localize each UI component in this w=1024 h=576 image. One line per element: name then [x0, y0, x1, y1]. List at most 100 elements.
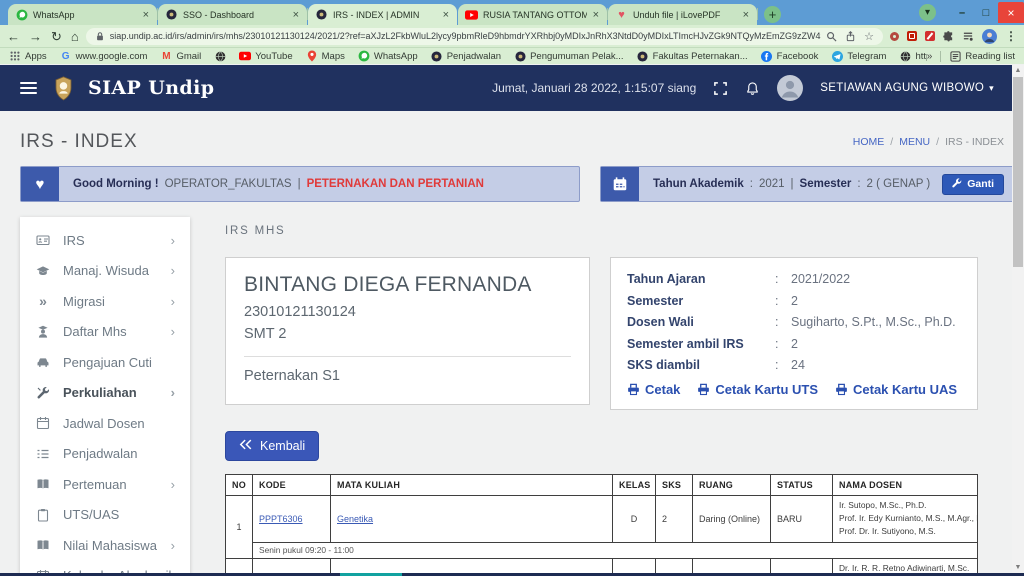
sidebar-item-label: Penjadwalan — [63, 446, 137, 461]
clipboard-icon — [35, 508, 51, 522]
print-link-cetak-kartu-uas[interactable]: Cetak Kartu UAS — [835, 382, 957, 397]
sidebar-item-uts-uas[interactable]: UTS/UAS — [20, 500, 190, 531]
browser-tab-irs-index-admin[interactable]: IRS - INDEX | ADMIN× — [308, 4, 457, 25]
sidebar-item-migrasi[interactable]: »Migrasi› — [20, 286, 190, 317]
reload-icon[interactable]: ↻ — [51, 30, 62, 43]
menu-dots-icon[interactable]: ⋮ — [1005, 29, 1017, 43]
bookmark-telegram[interactable]: Telegram — [831, 50, 886, 62]
gmail-icon: M — [160, 51, 172, 62]
bookmark-youtube[interactable]: YouTube — [239, 50, 292, 62]
print-link-cetak[interactable]: Cetak — [627, 382, 680, 397]
bookmark-facebook[interactable]: Facebook — [761, 50, 819, 62]
tab-close-icon[interactable]: × — [742, 9, 750, 21]
tab-close-icon[interactable]: × — [142, 9, 150, 21]
browser-tab-unduh-file-ilovepdf[interactable]: ♥Unduh file | iLovePDF× — [608, 4, 757, 25]
print-link-cetak-kartu-uts[interactable]: Cetak Kartu UTS — [697, 382, 818, 397]
browser-tab-strip: WhatsApp×SSO - Dashboard×IRS - INDEX | A… — [0, 0, 1024, 25]
info-row-semester-ambil-irs: Semester ambil IRS:2 — [627, 334, 961, 356]
url-text[interactable]: siap.undip.ac.id/irs/admin/irs/mhs/23010… — [110, 31, 821, 41]
info-label: Semester — [627, 291, 775, 313]
star-icon[interactable]: ☆ — [864, 30, 874, 43]
sidebar-item-jadwal-dosen[interactable]: Jadwal Dosen — [20, 408, 190, 439]
close-icon[interactable]: × — [998, 2, 1024, 23]
bookmark-label: Gmail — [176, 51, 201, 62]
media-list-icon[interactable] — [962, 31, 974, 42]
book-icon — [35, 538, 51, 552]
magnifier-icon[interactable] — [826, 30, 837, 43]
restore-icon[interactable]: □ — [974, 2, 998, 23]
kembali-button[interactable]: Kembali — [225, 431, 319, 461]
fullscreen-icon[interactable] — [713, 81, 728, 96]
column-header-ruang: RUANG — [693, 474, 771, 495]
info-value: 2021/2022 — [791, 269, 850, 291]
notifications-bell-icon[interactable] — [745, 81, 760, 96]
home-icon[interactable]: ⌂ — [71, 30, 79, 43]
irs-info-card: Tahun Ajaran:2021/2022Semester:2Dosen Wa… — [610, 257, 978, 410]
sidebar-item-manaj-wisuda[interactable]: Manaj. Wisuda› — [20, 256, 190, 287]
sidebar-item-daftar-mhs[interactable]: Daftar Mhs› — [20, 317, 190, 348]
sidebar-item-nilai-mahasiswa[interactable]: Nilai Mahasiswa› — [20, 530, 190, 561]
browser-tab-whatsapp[interactable]: WhatsApp× — [8, 4, 157, 25]
bookmark-pengumuman-pelak[interactable]: Pengumuman Pelak... — [514, 50, 623, 62]
bookmark-label: Fakultas Peternakan... — [653, 51, 748, 62]
user-menu[interactable]: SETIAWAN AGUNG WIBOWO ▾ — [820, 82, 994, 94]
extension-area: ⋮ — [890, 29, 1017, 44]
ext-adobe-icon[interactable] — [890, 32, 899, 41]
scrollbar-thumb[interactable] — [1013, 77, 1023, 267]
info-row-semester: Semester:2 — [627, 291, 961, 313]
column-header-sks: SKS — [656, 474, 693, 495]
ext-pdf-icon[interactable] — [907, 31, 917, 41]
user-avatar[interactable] — [777, 75, 803, 101]
scroll-down-icon[interactable]: ▼ — [1012, 562, 1024, 573]
share-icon[interactable] — [845, 30, 856, 43]
bookmark-penjadwalan[interactable]: Penjadwalan — [431, 50, 501, 62]
bookmark-https-sertifikasi-is[interactable]: https://sertifikasi.is... — [899, 50, 926, 62]
undip-icon — [165, 9, 178, 20]
tab-close-icon[interactable]: × — [442, 9, 450, 21]
sidebar-item-pertemuan[interactable]: Pertemuan› — [20, 469, 190, 500]
course-code-link[interactable]: PPPT6306 — [259, 514, 303, 524]
tab-close-icon[interactable]: × — [592, 9, 600, 21]
bookmark-whatsapp[interactable]: WhatsApp — [358, 50, 418, 62]
new-tab-button[interactable]: + — [764, 6, 781, 23]
lock-icon — [95, 31, 105, 42]
reading-list-button[interactable]: Reading list — [949, 51, 1015, 62]
tab-close-icon[interactable]: × — [292, 9, 300, 21]
address-bar[interactable]: siap.undip.ac.id/irs/admin/irs/mhs/23010… — [86, 28, 883, 45]
info-label: Tahun Ajaran — [627, 269, 775, 291]
sidebar-item-penjadwalan[interactable]: Penjadwalan — [20, 439, 190, 470]
course-name-link[interactable]: Genetika — [337, 514, 373, 524]
overflow-bookmarks-icon[interactable]: » — [927, 51, 933, 62]
column-header-mata-kuliah: MATA KULIAH — [331, 474, 613, 495]
info-label: SKS diambil — [627, 355, 775, 377]
bookmark-gmail[interactable]: M Gmail — [160, 50, 201, 62]
ext-pen-icon[interactable] — [925, 31, 935, 41]
profile-avatar-icon[interactable] — [982, 29, 997, 44]
page-scrollbar[interactable]: ▲ ▼ — [1012, 65, 1024, 573]
bookmark-www-google-com[interactable]: Gwww.google.com — [60, 50, 148, 62]
sidebar-item-irs[interactable]: IRS› — [20, 225, 190, 256]
sidebar-item-label: Pertemuan — [63, 477, 127, 492]
sidebar-item-label: Jadwal Dosen — [63, 416, 145, 431]
hamburger-menu-icon[interactable] — [18, 78, 39, 98]
bookmarks-bar: Apps Gwww.google.com M Gmail YouTube Maps What… — [0, 47, 1024, 64]
sidebar-item-perkuliahan[interactable]: Perkuliahan› — [20, 378, 190, 409]
bookmark-maps[interactable]: Maps — [306, 50, 345, 62]
breadcrumb-home[interactable]: HOME — [853, 136, 885, 148]
cell-no: 1 — [226, 495, 253, 558]
bookmark-fakultas-peternakan[interactable]: Fakultas Peternakan... — [637, 50, 748, 62]
back-icon[interactable]: ← — [7, 30, 20, 43]
forward-icon[interactable]: → — [29, 30, 42, 43]
browser-tab-rusia-tantang-ottoman-pr[interactable]: RUSIA TANTANG OTTOMAN ,PR...× — [458, 4, 607, 25]
tab-search-icon[interactable]: ▾ — [919, 4, 936, 21]
minimize-icon[interactable]: – — [950, 2, 974, 23]
scroll-up-icon[interactable]: ▲ — [1012, 65, 1024, 76]
sidebar-item-label: Manaj. Wisuda — [63, 263, 149, 278]
bookmark-site[interactable] — [214, 50, 226, 62]
ganti-button[interactable]: Ganti — [942, 174, 1004, 195]
sidebar-item-pengajuan-cuti[interactable]: Pengajuan Cuti — [20, 347, 190, 378]
bookmark-apps[interactable]: Apps — [9, 50, 47, 62]
breadcrumb-menu[interactable]: MENU — [899, 136, 930, 148]
browser-tab-sso-dashboard[interactable]: SSO - Dashboard× — [158, 4, 307, 25]
puzzle-icon[interactable] — [943, 31, 954, 42]
